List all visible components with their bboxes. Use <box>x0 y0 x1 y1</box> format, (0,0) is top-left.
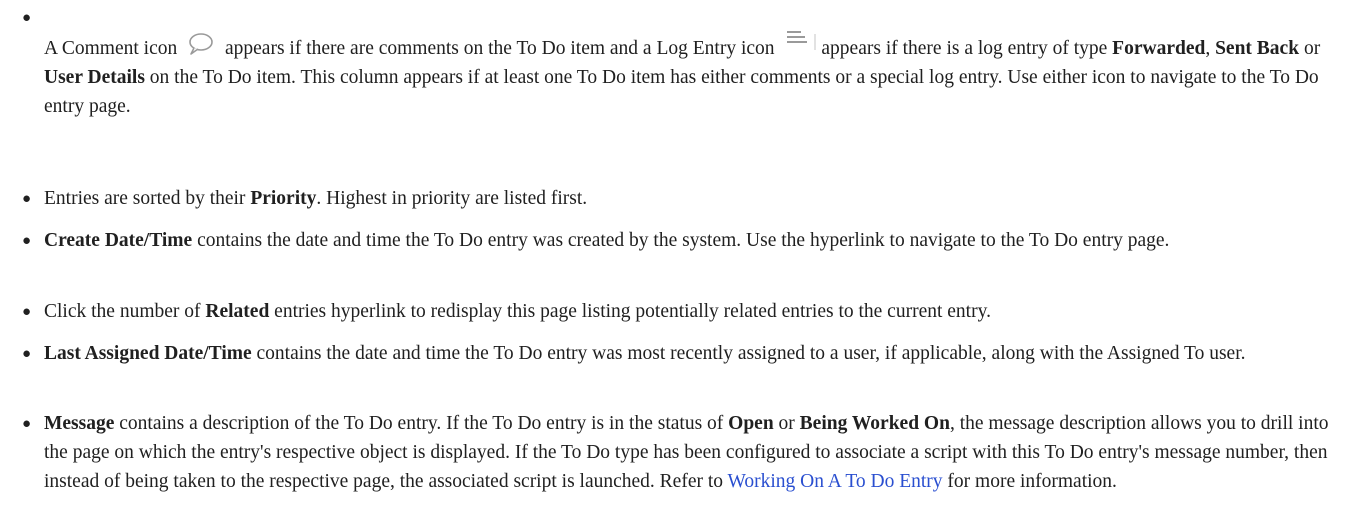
item-text: or <box>778 413 795 434</box>
bold-term: Being Worked On <box>799 413 950 434</box>
list-item: Message contains a description of the To… <box>44 409 1334 496</box>
bold-term: Last Assigned Date/Time <box>44 343 252 364</box>
item-text: or <box>1303 38 1321 59</box>
bold-term: Sent Back <box>1215 38 1300 59</box>
item-text: contains a description of the To Do entr… <box>119 413 724 434</box>
item-text: for more information. <box>947 471 1117 492</box>
list-item: Click the number of Related entries hype… <box>44 297 1334 326</box>
bold-term: Related <box>205 301 270 322</box>
bullet: ● <box>22 304 32 320</box>
bold-term: Open <box>728 413 774 434</box>
comment-icon <box>186 32 216 56</box>
bullet: ● <box>22 416 32 432</box>
list-item: Create Date/Time contains the date and t… <box>44 226 1334 255</box>
item-text: entries hyperlink to redisplay this page… <box>274 301 991 322</box>
item-text: appears if there is a log entry of type <box>821 38 1108 59</box>
bold-term: Forwarded <box>1112 38 1206 59</box>
item-text: contains the date and time the To Do ent… <box>256 343 1246 364</box>
item-text: Click the number of <box>44 301 201 322</box>
item-text: Entries are sorted by their <box>44 188 246 209</box>
bold-term: Message <box>44 413 115 434</box>
bullet: ● <box>22 346 32 362</box>
bold-term: User Details <box>44 67 145 88</box>
bullet: ● <box>22 191 32 207</box>
log-entry-icon <box>783 28 819 54</box>
item-text: on the To Do item. This column appears i… <box>44 67 1319 117</box>
working-on-todo-link[interactable]: Working On A To Do Entry <box>728 471 943 492</box>
item-text: A Comment icon <box>44 38 178 59</box>
bold-term: Priority <box>250 188 317 209</box>
bold-term: Create Date/Time <box>44 230 193 251</box>
bullet: ● <box>22 10 32 26</box>
list-item: A Comment icon appears if there are comm… <box>44 28 1334 121</box>
list-item: Last Assigned Date/Time contains the dat… <box>44 339 1334 368</box>
bullet: ● <box>22 233 32 249</box>
item-text: appears if there are comments on the To … <box>225 38 775 59</box>
list-item: Entries are sorted by their Priority. Hi… <box>44 184 1334 213</box>
item-text: contains the date and time the To Do ent… <box>197 230 1170 251</box>
item-text: . Highest in priority are listed first. <box>316 188 588 209</box>
item-text: , <box>1205 38 1211 59</box>
